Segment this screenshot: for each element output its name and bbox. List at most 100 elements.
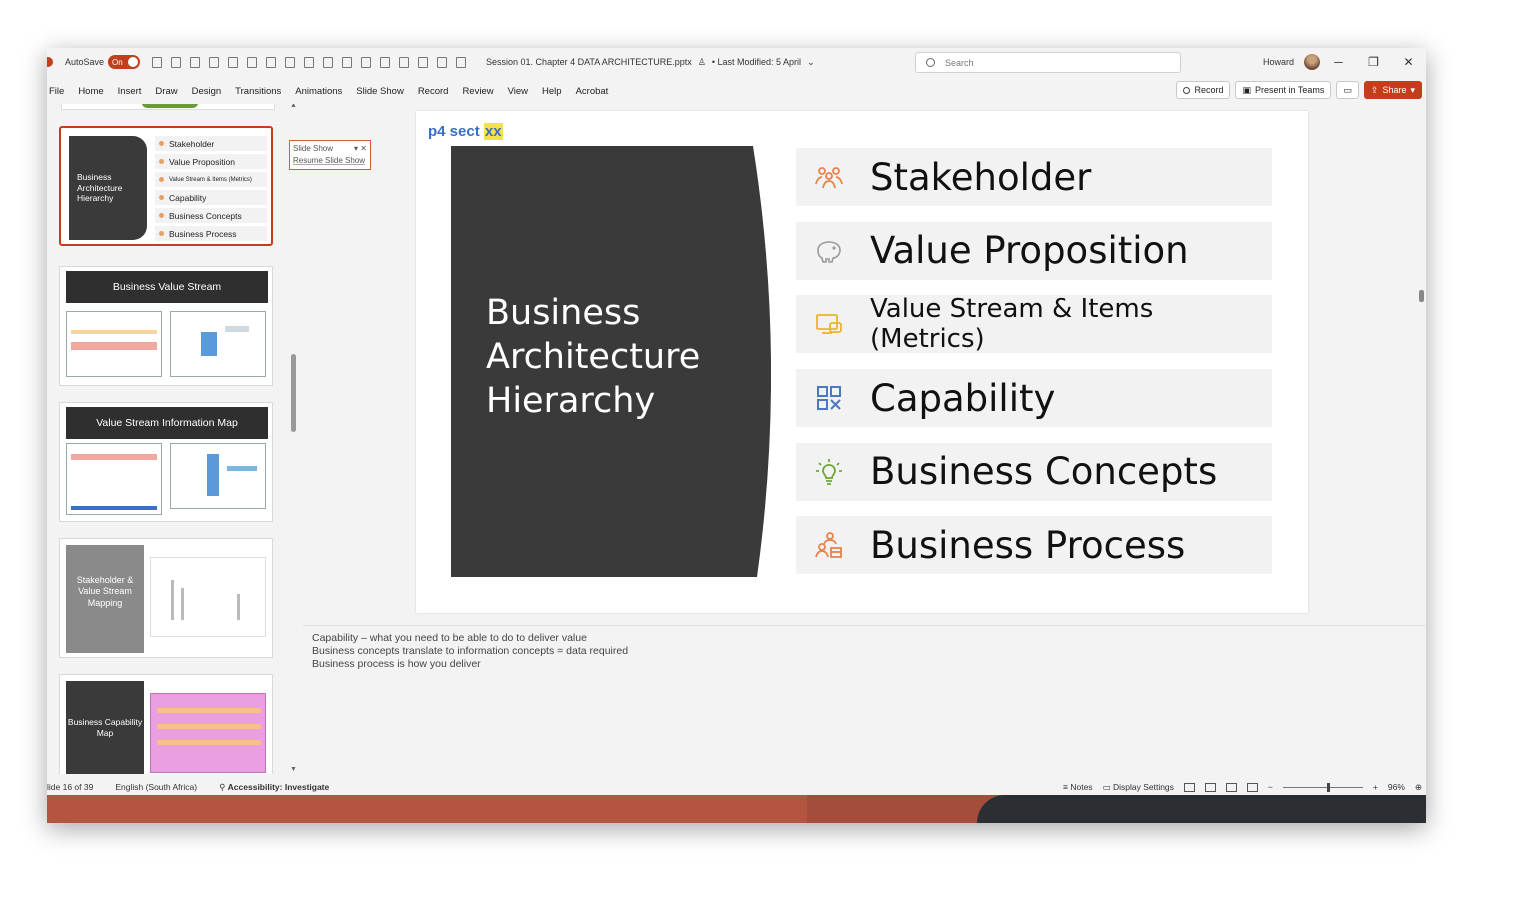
resume-slide-show-link[interactable]: Resume Slide Show bbox=[293, 156, 367, 165]
autosave-toggle[interactable]: On bbox=[108, 55, 141, 69]
group-icon[interactable] bbox=[399, 56, 410, 68]
thumb-item-list: Stakeholder Value Proposition Value Stre… bbox=[155, 136, 267, 244]
format-painter-icon[interactable] bbox=[361, 56, 372, 68]
slide-thumbnail-18[interactable]: Value Stream Information Map bbox=[59, 402, 273, 522]
tab-view[interactable]: View bbox=[501, 86, 535, 97]
slide-thumbnail-pane[interactable]: Business Architecture Hierarchy Stakehol… bbox=[47, 104, 303, 774]
scroll-up-icon[interactable]: ▲ bbox=[290, 104, 297, 109]
search-placeholder: Search bbox=[945, 57, 974, 68]
speaker-notes[interactable]: Capability – what you need to be able to… bbox=[312, 632, 628, 671]
distribute-icon[interactable] bbox=[342, 56, 353, 68]
display-settings-button[interactable]: ▭ Display Settings bbox=[1103, 782, 1174, 793]
notes-divider[interactable] bbox=[303, 625, 1426, 626]
slide-scrollbar[interactable] bbox=[1419, 108, 1424, 778]
fit-slide-icon[interactable]: ⊕ bbox=[1415, 782, 1422, 793]
slide-canvas[interactable]: p4 sect xx Business Architecture Hierarc… bbox=[416, 111, 1308, 613]
accessibility-status[interactable]: ⚲ Accessibility: Investigate bbox=[219, 782, 329, 793]
status-right: ≡ Notes ▭ Display Settings − + 96% ⊕ bbox=[1063, 779, 1422, 795]
tab-home[interactable]: Home bbox=[71, 86, 110, 97]
autosave-label: AutoSave bbox=[65, 57, 105, 67]
slide-title: Business Architecture Hierarchy bbox=[486, 291, 700, 423]
user-account[interactable]: Howard bbox=[1263, 54, 1321, 70]
thumbnail-scrollbar[interactable] bbox=[291, 354, 296, 432]
dropdown-icon[interactable]: ▾ bbox=[354, 144, 358, 153]
restore-icon[interactable]: ❐ bbox=[1356, 48, 1391, 76]
popup-title: Slide Show bbox=[293, 143, 334, 153]
customize-qat-icon[interactable] bbox=[456, 56, 467, 68]
comments-button[interactable]: ▭ bbox=[1336, 81, 1359, 99]
thumb-diagram bbox=[150, 557, 266, 637]
title-bar: AutoSave On Session 01. Chapter 4 DATA A… bbox=[47, 48, 1426, 76]
zoom-slider[interactable] bbox=[1282, 782, 1363, 792]
scrollbar-thumb[interactable] bbox=[1419, 290, 1424, 302]
status-bar: lide 16 of 39 English (South Africa) ⚲ A… bbox=[47, 779, 1426, 795]
reading-view-icon[interactable] bbox=[1225, 782, 1237, 792]
tab-slide-show[interactable]: Slide Show bbox=[349, 86, 411, 97]
present-icon[interactable] bbox=[228, 56, 239, 68]
slide-thumbnail-partial[interactable] bbox=[61, 104, 275, 110]
item-label: Capability bbox=[870, 376, 1056, 420]
record-button[interactable]: Record bbox=[1176, 81, 1231, 99]
scroll-down-icon[interactable]: ▼ bbox=[290, 766, 297, 773]
close-icon[interactable]: ✕ bbox=[1391, 48, 1426, 76]
slide-sorter-icon[interactable] bbox=[1204, 782, 1216, 792]
share-button[interactable]: ⇪ Share ▾ bbox=[1363, 81, 1422, 99]
tab-transitions[interactable]: Transitions bbox=[228, 86, 288, 97]
tab-file[interactable]: File bbox=[47, 86, 71, 97]
notes-button[interactable]: ≡ Notes bbox=[1063, 782, 1093, 792]
new-file-icon[interactable] bbox=[171, 56, 182, 68]
align-icon[interactable] bbox=[323, 56, 334, 68]
thumb-item: Value Stream & Items (Metrics) bbox=[155, 172, 267, 187]
tab-animations[interactable]: Animations bbox=[288, 86, 349, 97]
crop-icon[interactable] bbox=[437, 56, 448, 68]
item-label: Business Concepts bbox=[870, 450, 1218, 494]
doc-name: Session 01. Chapter 4 DATA ARCHITECTURE.… bbox=[486, 56, 692, 67]
normal-view-icon[interactable] bbox=[1183, 782, 1195, 792]
open-icon[interactable] bbox=[190, 56, 201, 68]
slide-title-line: Business bbox=[486, 293, 641, 333]
present-in-teams-button[interactable]: ▣ Present in Teams bbox=[1235, 81, 1332, 99]
tab-insert[interactable]: Insert bbox=[111, 86, 149, 97]
hierarchy-item-capability[interactable]: Capability bbox=[796, 369, 1272, 428]
language-status[interactable]: English (South Africa) bbox=[115, 782, 197, 792]
avatar[interactable] bbox=[1304, 54, 1321, 70]
section-tag[interactable]: p4 sect xx bbox=[428, 123, 503, 140]
zoom-in-icon[interactable]: + bbox=[1373, 782, 1378, 792]
arrange-icon[interactable] bbox=[418, 56, 429, 68]
autosave-control[interactable]: AutoSave On bbox=[65, 55, 141, 69]
layout-icon[interactable] bbox=[304, 56, 315, 68]
hierarchy-item-business-concepts[interactable]: Business Concepts bbox=[796, 442, 1272, 501]
shape-icon[interactable] bbox=[285, 56, 296, 68]
print-icon[interactable] bbox=[209, 56, 220, 68]
slide-thumbnail-19[interactable]: Stakeholder & Value Stream Mapping bbox=[59, 538, 273, 658]
save-icon[interactable] bbox=[152, 56, 163, 68]
slide-thumbnail-16[interactable]: Business Architecture Hierarchy Stakehol… bbox=[59, 126, 273, 246]
thumb-header: Business Value Stream bbox=[66, 271, 268, 303]
tab-design[interactable]: Design bbox=[185, 86, 229, 97]
slide-thumbnail-17[interactable]: Business Value Stream bbox=[59, 266, 273, 386]
tab-review[interactable]: Review bbox=[455, 86, 500, 97]
slideshow-view-icon[interactable] bbox=[1246, 782, 1258, 792]
tab-acrobat[interactable]: Acrobat bbox=[569, 86, 616, 97]
hierarchy-item-value-stream[interactable]: Value Stream & Items (Metrics) bbox=[796, 294, 1272, 354]
hierarchy-item-stakeholder[interactable]: Stakeholder bbox=[796, 148, 1272, 206]
tab-draw[interactable]: Draw bbox=[148, 86, 184, 97]
thumb-item: Business Process bbox=[155, 226, 267, 241]
slide-show-popup[interactable]: Slide Show ▾ ✕ Resume Slide Show bbox=[289, 140, 371, 170]
star-icon[interactable] bbox=[266, 56, 277, 68]
presenter-icon[interactable] bbox=[247, 56, 258, 68]
hierarchy-item-business-process[interactable]: Business Process bbox=[796, 516, 1272, 575]
picture-icon[interactable] bbox=[380, 56, 391, 68]
hierarchy-item-value-proposition[interactable]: Value Proposition bbox=[796, 221, 1272, 280]
search-input[interactable]: Search bbox=[915, 52, 1181, 73]
close-icon[interactable]: ✕ bbox=[360, 144, 367, 153]
slide-thumbnail-20[interactable]: Business Capability Map bbox=[59, 674, 273, 774]
tab-help[interactable]: Help bbox=[535, 86, 569, 97]
record-label: Record bbox=[1194, 85, 1224, 95]
tab-record[interactable]: Record bbox=[411, 86, 456, 97]
title-panel[interactable]: Business Architecture Hierarchy bbox=[451, 146, 771, 577]
zoom-level[interactable]: 96% bbox=[1388, 782, 1405, 792]
zoom-out-icon[interactable]: − bbox=[1268, 782, 1273, 792]
minimize-icon[interactable]: ─ bbox=[1321, 48, 1356, 76]
document-title[interactable]: Session 01. Chapter 4 DATA ARCHITECTURE.… bbox=[486, 57, 815, 68]
